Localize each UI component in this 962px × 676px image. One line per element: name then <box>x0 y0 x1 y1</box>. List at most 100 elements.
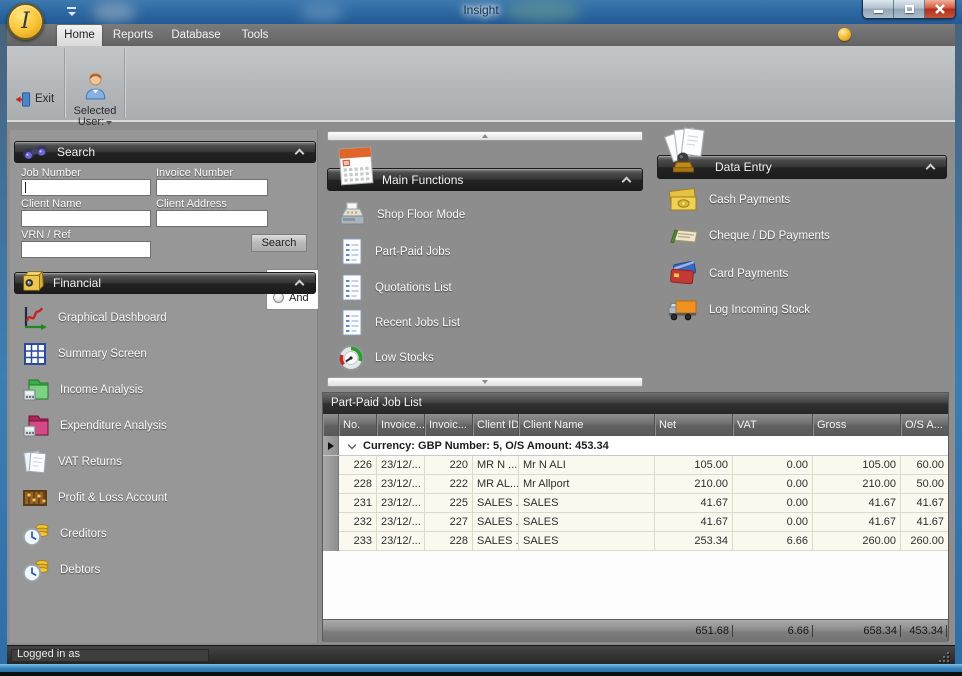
tab-database[interactable]: Database <box>165 25 227 46</box>
document-icon <box>339 308 365 337</box>
client-address-input[interactable] <box>156 210 268 227</box>
column-header-gross[interactable]: Gross <box>813 414 901 436</box>
total-net: 651.68 <box>655 625 733 637</box>
close-button[interactable] <box>925 0 955 18</box>
item-label: Expenditure Analysis <box>60 420 167 432</box>
cell-invoice-date: 23/12/... <box>377 494 425 513</box>
titlebar[interactable]: Insight <box>0 0 962 24</box>
group-row-label: Currency: GBP Number: 5, O/S Amount: 453… <box>363 440 609 452</box>
window-title: Insight <box>0 3 962 17</box>
item-label: Cash Payments <box>709 194 790 206</box>
cell-os: 41.67 <box>901 494 948 513</box>
entry-item-cash-payments[interactable]: Cash Payments <box>667 187 790 213</box>
tab-reports[interactable]: Reports <box>107 25 159 46</box>
search-button[interactable]: Search <box>251 234 307 252</box>
invoice-number-input[interactable] <box>156 179 268 196</box>
cell-invoice-date: 23/12/... <box>377 475 425 494</box>
financial-section-header[interactable]: Financial <box>14 272 316 294</box>
main-item-quotations-list[interactable]: Quotations List <box>339 273 452 302</box>
desktop-edge-strip <box>0 672 962 676</box>
column-header-client-id[interactable]: Client ID <box>473 414 519 436</box>
maximize-button[interactable] <box>894 0 925 18</box>
cash-register-icon <box>337 201 367 228</box>
vrn-ref-input[interactable] <box>21 241 151 258</box>
chart-icon <box>22 305 48 331</box>
cell-client-id: SALES ... <box>473 513 519 532</box>
tab-tools[interactable]: Tools <box>233 25 277 46</box>
cell-client-name: Mr Allport <box>519 475 655 494</box>
entry-item-cheque-dd-payments[interactable]: Cheque / DD Payments <box>667 224 830 248</box>
collapse-chevron-icon <box>622 176 632 186</box>
group-expand-chevron-icon[interactable] <box>348 440 356 448</box>
exit-door-icon <box>14 91 31 108</box>
financial-item-vat-returns[interactable]: VAT Returns <box>22 449 122 475</box>
financial-item-expenditure-analysis[interactable]: Expenditure Analysis <box>22 413 167 439</box>
item-label: Graphical Dashboard <box>58 312 167 324</box>
main-item-low-stocks[interactable]: Low Stocks <box>337 344 434 372</box>
main-item-part-paid-jobs[interactable]: Part-Paid Jobs <box>339 237 450 266</box>
table-row[interactable]: 226 23/12/... 220 MR N ... Mr N ALI 105.… <box>323 456 948 475</box>
calendar-icon <box>335 143 377 189</box>
scroll-up-strip[interactable] <box>327 131 643 141</box>
table-row[interactable]: 233 23/12/... 228 SALES ... SALES 253.34… <box>323 532 948 551</box>
safe-icon <box>19 267 47 295</box>
table-row[interactable]: 232 23/12/... 227 SALES ... SALES 41.67 … <box>323 513 948 532</box>
invoice-number-label: Invoice Number <box>156 167 233 179</box>
app-menu-button[interactable]: I <box>7 3 44 40</box>
client-name-input[interactable] <box>21 210 151 227</box>
tab-home[interactable]: Home <box>57 25 102 46</box>
column-header-client-name[interactable]: Client Name <box>519 414 655 436</box>
financial-item-summary-screen[interactable]: Summary Screen <box>22 341 147 367</box>
pages-icon <box>22 449 48 475</box>
row-indicator <box>323 456 339 475</box>
group-row[interactable]: Currency: GBP Number: 5, O/S Amount: 453… <box>323 436 948 456</box>
collapse-chevron-icon <box>295 280 305 290</box>
financial-item-profit-loss[interactable]: Profit & Loss Account <box>22 485 167 511</box>
row-indicator <box>323 436 339 455</box>
financial-item-debtors[interactable]: Debtors <box>22 557 100 583</box>
minimize-button[interactable] <box>863 0 894 18</box>
search-section-header[interactable]: Search <box>14 141 316 163</box>
cell-no: 231 <box>339 494 377 513</box>
scroll-down-strip[interactable] <box>327 377 643 387</box>
job-number-label: Job Number <box>21 167 81 179</box>
quick-access-arrow-icon <box>68 12 76 16</box>
exit-label: Exit <box>35 93 54 105</box>
entry-item-log-incoming-stock[interactable]: Log Incoming Stock <box>667 298 810 322</box>
financial-item-income-analysis[interactable]: Income Analysis <box>22 377 143 403</box>
column-header-net[interactable]: Net <box>655 414 733 436</box>
column-header-vat[interactable]: VAT <box>733 414 813 436</box>
entry-item-card-payments[interactable]: Card Payments <box>667 261 788 286</box>
cell-net: 253.34 <box>655 532 733 551</box>
column-header-invoice-date[interactable]: Invoice... <box>377 414 425 436</box>
table-row[interactable]: 228 23/12/... 222 MR AL... Mr Allport 21… <box>323 475 948 494</box>
cell-invoice-no: 228 <box>425 532 473 551</box>
total-gross: 658.34 <box>813 625 901 637</box>
column-header-no[interactable]: No. <box>339 414 377 436</box>
insight-window: Insight Home Reports Database Tools <box>0 0 962 676</box>
financial-item-graphical-dashboard[interactable]: Graphical Dashboard <box>22 305 167 331</box>
cell-vat: 0.00 <box>733 513 813 532</box>
ribbon: Exit Selected User: User: <box>7 46 955 122</box>
total-vat: 6.66 <box>733 625 813 637</box>
scroll-down-icon <box>482 380 488 384</box>
ribbon-tabstrip: Home Reports Database Tools <box>7 24 955 46</box>
resize-grip[interactable] <box>939 652 949 662</box>
column-header-invoice-no[interactable]: Invoic... <box>425 414 473 436</box>
cell-gross: 210.00 <box>813 475 901 494</box>
binoculars-icon <box>21 141 51 163</box>
cell-net: 105.00 <box>655 456 733 475</box>
selected-user-button[interactable]: Selected User: <box>69 70 121 130</box>
job-number-input[interactable] <box>21 179 151 196</box>
cell-gross: 105.00 <box>813 456 901 475</box>
totals-row: 651.68 6.66 658.34 453.34 <box>323 619 948 642</box>
maximize-icon <box>905 5 914 13</box>
main-item-shop-floor-mode[interactable]: Shop Floor Mode <box>337 201 465 228</box>
table-row[interactable]: 231 23/12/... 225 SALES ... SALES 41.67 … <box>323 494 948 513</box>
exit-button[interactable]: Exit <box>11 88 61 110</box>
main-item-recent-jobs-list[interactable]: Recent Jobs List <box>339 308 460 337</box>
quick-access-dropdown[interactable] <box>64 6 80 18</box>
column-header-os-amount[interactable]: O/S A... <box>901 414 948 436</box>
window-border-bottom <box>0 664 962 672</box>
financial-item-creditors[interactable]: Creditors <box>22 521 107 547</box>
